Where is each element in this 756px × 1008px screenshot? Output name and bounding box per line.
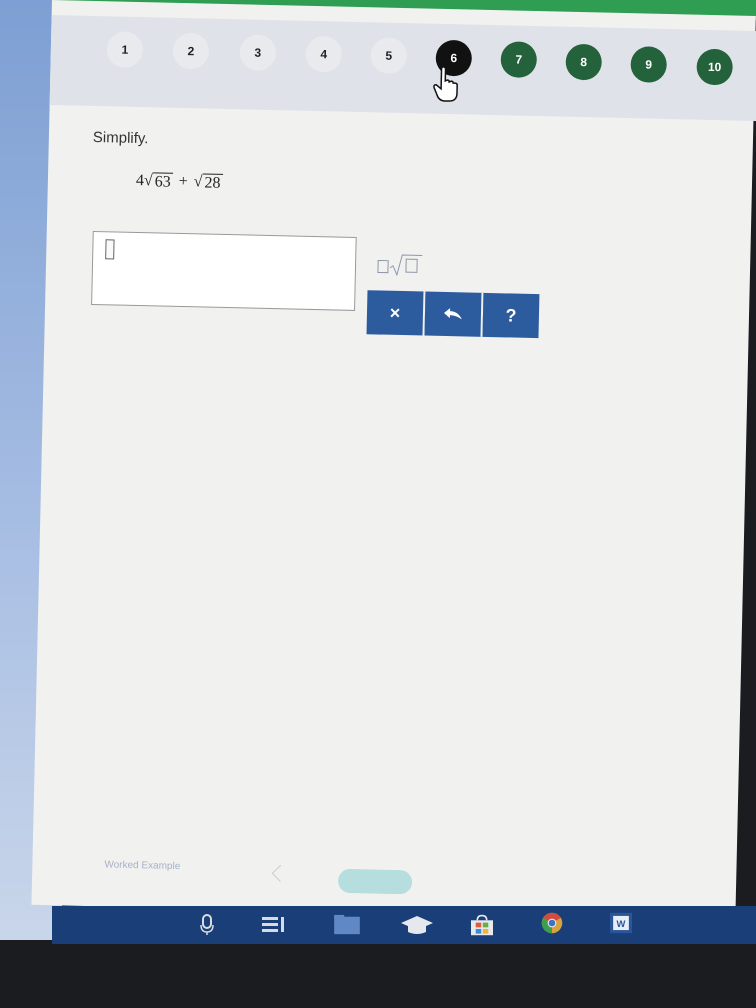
question-7-button[interactable]: 7 bbox=[500, 41, 538, 79]
chevron-left-icon[interactable] bbox=[271, 864, 289, 882]
word-icon[interactable]: W bbox=[606, 912, 636, 934]
radical-sign: √ bbox=[143, 172, 153, 190]
question-2-button[interactable]: 2 bbox=[172, 32, 210, 70]
undo-icon bbox=[444, 308, 462, 320]
assignment-window: 1 2 3 4 5 6 7 8 9 10 Simplify. 4 √ 63 + √… bbox=[31, 0, 756, 921]
chrome-icon[interactable] bbox=[536, 912, 568, 934]
microphone-icon[interactable] bbox=[200, 914, 214, 936]
taskbar: W bbox=[52, 906, 756, 944]
question-10-button[interactable]: 10 bbox=[696, 48, 734, 86]
graduation-cap-icon[interactable] bbox=[400, 914, 434, 936]
question-3-button[interactable]: 3 bbox=[239, 34, 277, 72]
answer-toolbar: × ? bbox=[366, 290, 540, 339]
radical-2: √ 28 bbox=[194, 173, 223, 192]
check-answer-button[interactable] bbox=[337, 868, 413, 895]
file-explorer-icon[interactable] bbox=[332, 914, 362, 936]
plus-sign: + bbox=[178, 172, 188, 191]
help-button[interactable]: ? bbox=[482, 292, 540, 339]
problem-instruction: Simplify. bbox=[92, 128, 149, 148]
radical-1: √ 63 bbox=[144, 172, 173, 191]
radical-sign: √ bbox=[193, 173, 203, 191]
clear-button[interactable]: × bbox=[366, 290, 426, 336]
undo-button[interactable] bbox=[424, 291, 484, 337]
question-1-button[interactable]: 1 bbox=[106, 31, 144, 69]
svg-text:W: W bbox=[617, 918, 626, 929]
question-8-button[interactable]: 8 bbox=[565, 43, 603, 81]
hand-pointer-icon bbox=[433, 66, 458, 102]
question-5-button[interactable]: 5 bbox=[370, 37, 408, 75]
question-4-button[interactable]: 4 bbox=[305, 35, 343, 73]
question-nav: 1 2 3 4 5 6 7 8 9 10 bbox=[49, 14, 756, 122]
task-view-icon[interactable] bbox=[260, 914, 288, 936]
question-9-button[interactable]: 9 bbox=[630, 46, 668, 83]
sqrt-template-icon[interactable] bbox=[376, 250, 425, 281]
answer-input[interactable] bbox=[91, 230, 357, 311]
radicand-1: 63 bbox=[152, 172, 173, 191]
problem-expression: 4 √ 63 + √ 28 bbox=[136, 172, 223, 192]
input-caret bbox=[105, 239, 115, 260]
radicand-2: 28 bbox=[202, 173, 223, 192]
store-icon[interactable] bbox=[466, 914, 498, 936]
worked-example-link[interactable]: Worked Example bbox=[104, 859, 180, 872]
